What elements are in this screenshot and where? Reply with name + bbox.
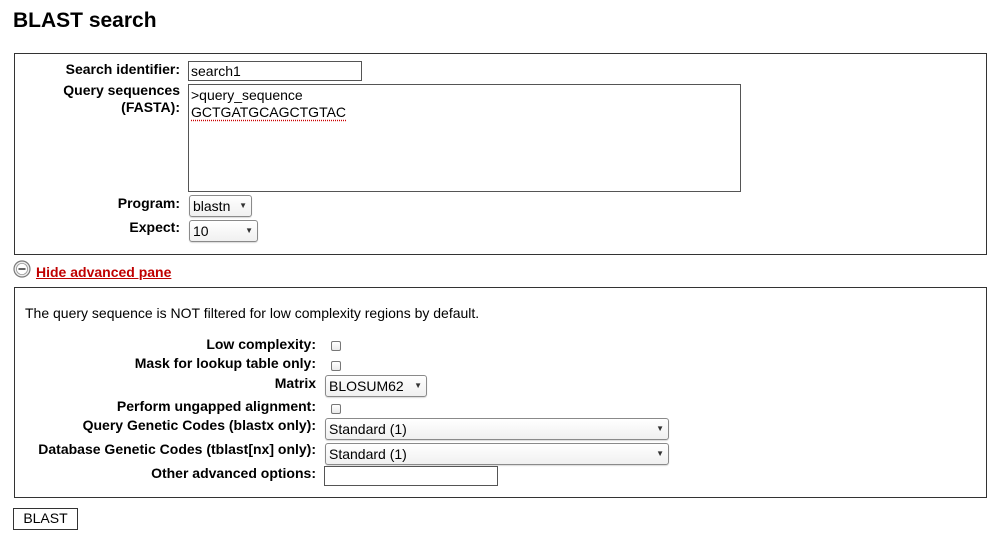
ungapped-label: Perform ungapped alignment: [116, 398, 316, 414]
advanced-note: The query sequence is NOT filtered for l… [25, 305, 480, 321]
query-genetic-codes-select[interactable]: Standard (1) ▼ [325, 418, 669, 440]
query-sequence-header-line: >query_sequence [191, 87, 303, 103]
low-complexity-label: Low complexity: [206, 336, 316, 352]
chevron-down-icon: ▼ [245, 226, 253, 235]
blast-button[interactable]: BLAST [13, 508, 78, 530]
query-sequences-label-line1: Query sequences [63, 82, 180, 98]
minus-circle-icon[interactable] [13, 260, 31, 278]
hide-advanced-pane-link[interactable]: Hide advanced pane [36, 264, 171, 281]
matrix-select[interactable]: BLOSUM62 ▼ [325, 375, 427, 397]
program-select-value: blastn [193, 198, 231, 214]
db-genetic-codes-value: Standard (1) [329, 446, 407, 462]
chevron-down-icon: ▼ [239, 201, 247, 210]
other-options-label: Other advanced options: [151, 465, 316, 481]
ungapped-checkbox[interactable] [331, 404, 341, 414]
chevron-down-icon: ▼ [656, 449, 664, 458]
expect-select[interactable]: 10 ▼ [189, 220, 258, 242]
db-genetic-codes-label: Database Genetic Codes (tblast[nx] only)… [38, 441, 316, 457]
mask-lookup-checkbox[interactable] [331, 361, 341, 371]
db-genetic-codes-select[interactable]: Standard (1) ▼ [325, 443, 669, 465]
chevron-down-icon: ▼ [414, 381, 422, 390]
expect-label: Expect: [129, 219, 180, 235]
query-genetic-codes-label: Query Genetic Codes (blastx only): [82, 417, 316, 433]
expect-select-value: 10 [193, 223, 209, 239]
matrix-label: Matrix [274, 375, 316, 391]
search-identifier-input[interactable]: search1 [188, 61, 362, 81]
low-complexity-checkbox[interactable] [331, 341, 341, 351]
other-options-input[interactable] [324, 466, 498, 486]
mask-lookup-label: Mask for lookup table only: [134, 355, 316, 371]
query-sequence-residues-line: GCTGATGCAGCTGTAC [191, 104, 347, 120]
matrix-select-value: BLOSUM62 [329, 378, 404, 394]
query-sequences-textarea[interactable]: >query_sequence GCTGATGCAGCTGTAC [188, 84, 741, 192]
page-title: BLAST search [13, 9, 157, 32]
program-label: Program: [117, 195, 180, 211]
query-genetic-codes-value: Standard (1) [329, 421, 407, 437]
query-sequences-label: Query sequences (FASTA): [63, 82, 180, 116]
chevron-down-icon: ▼ [656, 424, 664, 433]
program-select[interactable]: blastn ▼ [189, 195, 252, 217]
query-sequences-label-line2: (FASTA): [121, 99, 180, 115]
search-identifier-label: Search identifier: [65, 61, 180, 77]
